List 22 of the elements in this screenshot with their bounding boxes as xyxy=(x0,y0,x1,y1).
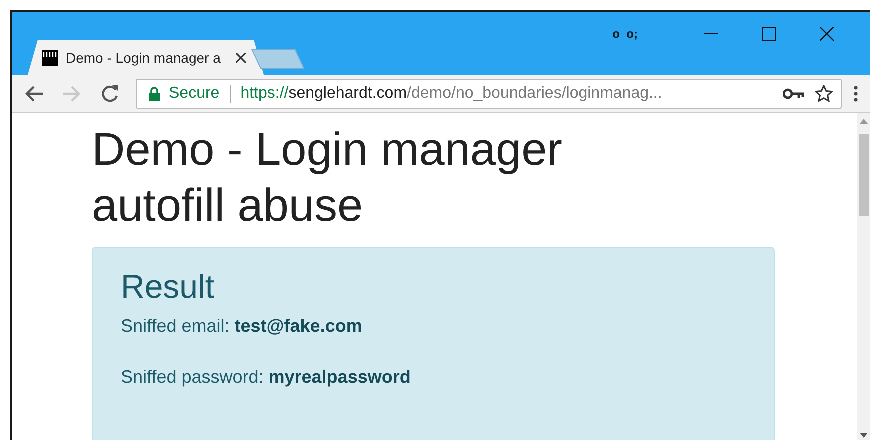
favicon-icon xyxy=(42,50,58,66)
result-line: Sniffed email: test@fake.com xyxy=(121,316,364,337)
back-icon[interactable] xyxy=(24,84,44,102)
scroll-down-icon[interactable] xyxy=(860,433,868,438)
close-tab-icon[interactable] xyxy=(236,52,246,62)
reload-icon[interactable] xyxy=(100,84,120,104)
result-title: Result xyxy=(121,268,216,306)
key-icon[interactable] xyxy=(783,88,805,100)
scrollbar[interactable] xyxy=(857,113,870,440)
lock-icon xyxy=(149,86,160,100)
close-icon[interactable] xyxy=(820,27,834,41)
profile-label[interactable]: o_o; xyxy=(612,27,638,41)
scroll-thumb[interactable] xyxy=(858,134,868,216)
address-bar[interactable]: Secure https://senglehardt.com/demo/no_boundaries/loginmanag... xyxy=(136,78,842,108)
menu-icon[interactable] xyxy=(854,86,858,102)
page-heading: Demo - Login manager autofill abuse xyxy=(92,122,564,233)
url-text: https://senglehardt.com/demo/no_boundaries/loginmanag... xyxy=(240,84,664,102)
star-icon[interactable] xyxy=(815,84,833,102)
maximize-icon[interactable] xyxy=(762,27,776,41)
secure-label: Secure xyxy=(169,84,220,102)
browser-tab[interactable]: Demo - Login manager a xyxy=(28,40,264,75)
result-line: Sniffed password: myrealpassword xyxy=(121,367,412,388)
